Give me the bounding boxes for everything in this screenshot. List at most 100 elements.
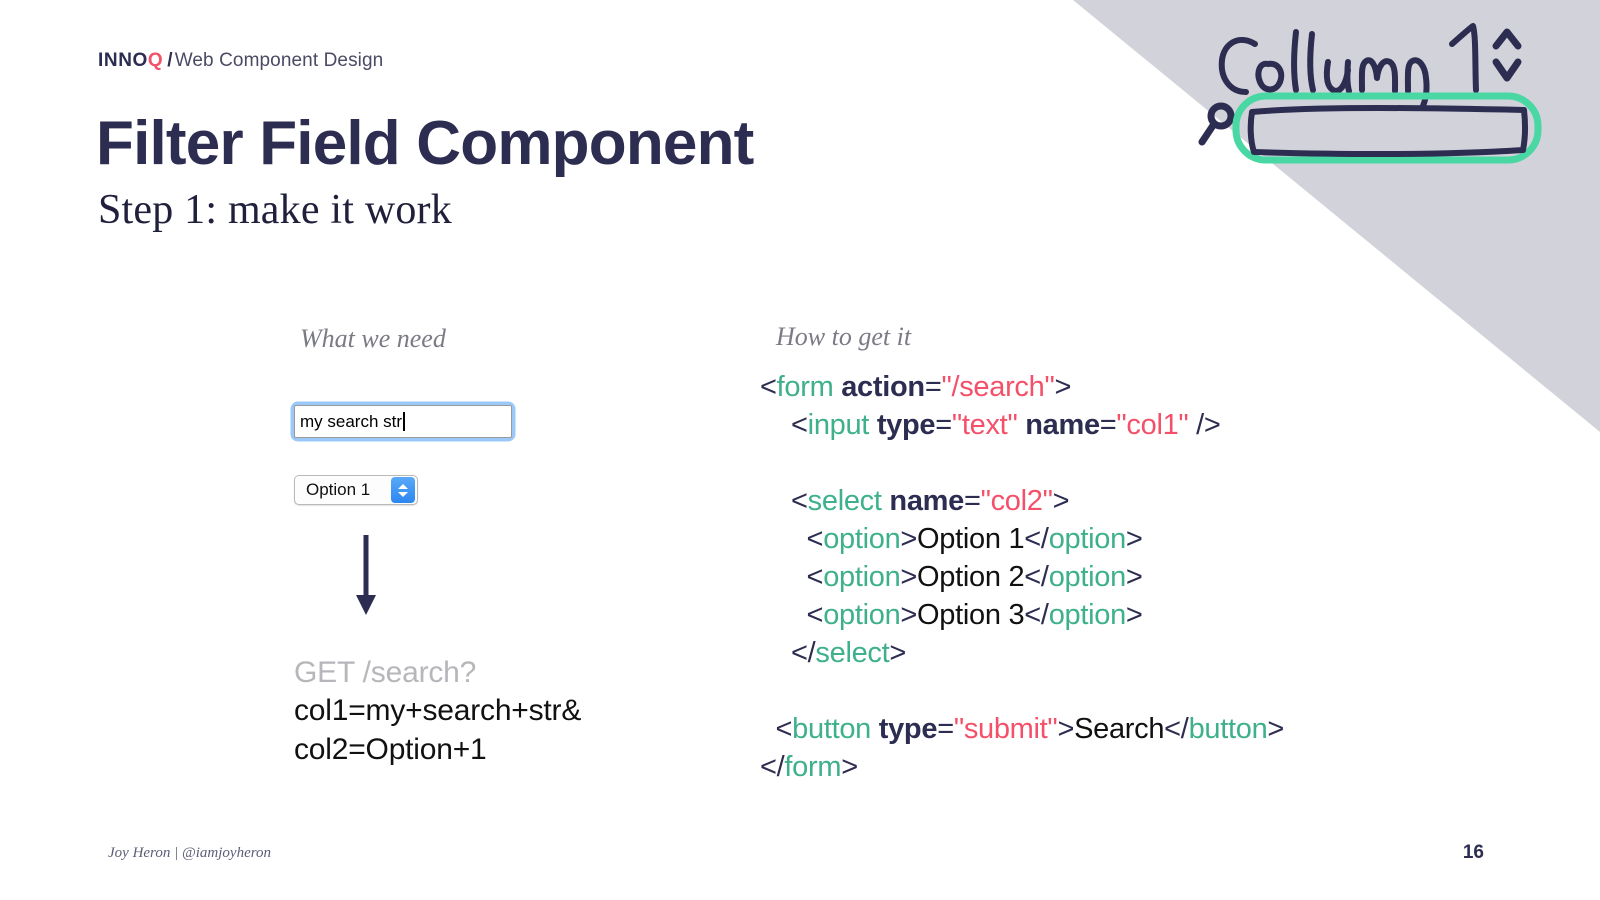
footer-credit: Joy Heron | @iamjoyheron (108, 845, 272, 861)
code-token-punc: > (1125, 599, 1143, 631)
code-token-attr: name (889, 485, 964, 517)
brand-name-primary: INNO (98, 50, 148, 71)
code-token-tag: form (776, 371, 834, 403)
code-line: <option>Option 3</option> (760, 596, 1284, 634)
code-token-punc: > (1052, 485, 1070, 517)
select-stepper-icon[interactable] (391, 477, 415, 503)
brand-separator: / (167, 50, 173, 71)
code-token-punc (869, 409, 877, 441)
code-token-punc: </ (1024, 599, 1049, 631)
chevron-down-icon (398, 491, 408, 497)
sort-updown-icon (1492, 28, 1522, 82)
request-param-1: col1=my+search+str& (294, 694, 582, 728)
code-token-text: Search (1074, 713, 1165, 745)
code-line: <option>Option 2</option> (760, 558, 1284, 596)
code-token-punc: </ (1164, 713, 1189, 745)
handdrawn-sketch-annotation (1198, 23, 1542, 164)
left-column-caption: What we need (300, 324, 446, 353)
search-input[interactable]: my search str (294, 405, 512, 438)
code-token-punc: < (760, 713, 793, 745)
code-token-val: "col1" (1116, 409, 1189, 441)
code-token-punc: < (760, 523, 824, 555)
page-number: 16 (1462, 842, 1484, 863)
chevron-up-icon (398, 483, 408, 489)
code-line: </select> (760, 634, 1284, 672)
code-token-tag: button (792, 713, 871, 745)
code-token-tag: option (823, 523, 901, 555)
code-line: <input type="text" name="col1" /> (760, 406, 1284, 444)
page-title: Filter Field Component (96, 109, 754, 178)
code-token-attr: type (876, 409, 936, 441)
code-token-tag: option (823, 561, 901, 593)
arrow-down-icon (356, 535, 376, 615)
code-token-punc: </ (760, 637, 816, 669)
column-select[interactable]: Option 1 (294, 475, 418, 505)
code-token-punc: > (1054, 371, 1072, 403)
code-line: <form action="/search"> (760, 368, 1284, 406)
code-token-punc: < (760, 485, 808, 517)
code-token-tag: option (1048, 561, 1127, 593)
code-token-punc: </ (1024, 561, 1049, 593)
code-token-punc: </ (760, 751, 785, 783)
code-token-punc: = (1099, 409, 1117, 441)
search-input-wrapper[interactable]: my search str (294, 405, 512, 438)
code-line: </form> (760, 748, 1284, 786)
code-line: <select name="col2"> (760, 482, 1284, 520)
code-token-punc: = (924, 371, 942, 403)
code-token-punc: /> (1188, 409, 1221, 441)
code-token-text: Option 1 (917, 523, 1025, 555)
code-token-punc: < (760, 599, 824, 631)
code-token-punc: = (937, 713, 954, 745)
text-caret (403, 412, 405, 431)
request-param-2: col2=Option+1 (294, 732, 487, 766)
code-token-val: "/search" (941, 371, 1055, 403)
code-line: <button type="submit">Search</button> (760, 710, 1285, 748)
request-preview: GET /search? col1=my+search+str& col2=Op… (294, 654, 581, 769)
right-column-caption: How to get it (776, 322, 912, 351)
code-token-text: Option 2 (917, 561, 1025, 593)
code-token-punc: > (1267, 713, 1285, 745)
code-token-tag: select (807, 485, 882, 517)
code-token-punc (871, 713, 879, 745)
code-line: <option>Option 1</option> (760, 520, 1284, 558)
code-token-punc: = (935, 409, 952, 441)
code-token-punc: > (1125, 561, 1143, 593)
code-token-punc: > (900, 599, 918, 631)
code-token-punc: > (1125, 523, 1143, 555)
code-token-tag: select (815, 637, 890, 669)
code-token-punc: </ (1024, 523, 1049, 555)
code-token-punc: > (900, 561, 918, 593)
code-token-attr: action (841, 371, 925, 403)
code-token-attr: name (1025, 409, 1100, 441)
sketched-input-box (1247, 105, 1529, 157)
brand-bar: INNOQ / Web Component Design (98, 50, 383, 72)
code-token-tag: form (784, 751, 842, 783)
code-token-punc: > (1057, 713, 1075, 745)
code-token-val: "submit" (953, 713, 1058, 745)
code-token-val: "col2" (980, 485, 1053, 517)
code-token-punc: < (760, 371, 777, 403)
code-token-tag: option (1048, 523, 1127, 555)
page-subtitle: Step 1: make it work (98, 187, 452, 233)
code-token-tag: input (807, 409, 870, 441)
request-method-path: GET /search? (294, 656, 477, 689)
code-token-punc: > (900, 523, 918, 555)
code-token-tag: option (823, 599, 901, 631)
brand-name-accent: Q (147, 50, 164, 71)
code-token-punc: = (963, 485, 981, 517)
code-snippet: <form action="/search"> <input type="tex… (760, 368, 1284, 786)
code-token-attr: type (878, 713, 938, 745)
demo-column: my search str Option 1 GET /search? col1… (294, 405, 581, 769)
magnifier-icon (1198, 102, 1235, 146)
code-token-tag: button (1188, 713, 1268, 745)
code-token-punc: < (760, 409, 808, 441)
code-token-punc: > (841, 751, 858, 783)
code-token-punc: < (760, 561, 824, 593)
code-token-val: "text" (951, 409, 1018, 441)
code-token-text: Option 3 (917, 599, 1025, 631)
deck-title: Web Component Design (174, 50, 384, 71)
search-input-value: my search str (300, 412, 403, 431)
code-token-punc: > (889, 637, 907, 669)
